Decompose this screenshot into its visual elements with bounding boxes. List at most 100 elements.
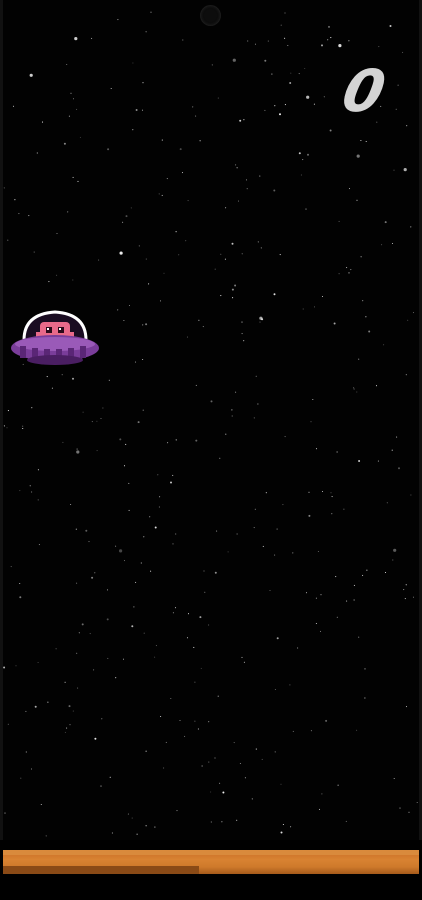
star bbox=[389, 25, 392, 27]
star bbox=[204, 591, 206, 593]
star bbox=[184, 735, 186, 737]
star bbox=[142, 324, 144, 326]
star bbox=[93, 669, 95, 671]
star bbox=[243, 661, 245, 663]
star bbox=[217, 695, 219, 697]
star bbox=[208, 761, 210, 763]
star bbox=[29, 485, 31, 487]
star bbox=[203, 570, 205, 572]
star bbox=[68, 705, 71, 708]
star bbox=[172, 612, 174, 614]
star bbox=[123, 319, 125, 322]
star bbox=[227, 551, 229, 553]
star bbox=[131, 625, 134, 628]
star bbox=[279, 254, 281, 256]
star bbox=[224, 258, 226, 260]
star bbox=[310, 730, 312, 732]
game-screen[interactable]: 0 bbox=[0, 0, 422, 900]
star bbox=[195, 115, 197, 117]
star bbox=[267, 40, 269, 42]
star bbox=[406, 125, 408, 127]
star bbox=[381, 244, 383, 246]
star bbox=[279, 113, 281, 116]
star bbox=[245, 179, 248, 181]
star bbox=[308, 514, 311, 517]
star bbox=[244, 777, 246, 779]
star bbox=[365, 140, 367, 143]
star bbox=[356, 199, 358, 201]
star bbox=[182, 39, 184, 41]
star bbox=[384, 571, 387, 574]
star bbox=[51, 387, 53, 389]
star bbox=[408, 811, 410, 813]
star bbox=[64, 731, 66, 733]
star bbox=[155, 645, 157, 647]
star bbox=[145, 258, 147, 260]
star bbox=[18, 213, 20, 215]
star bbox=[142, 358, 144, 361]
star bbox=[110, 87, 112, 90]
star bbox=[290, 72, 292, 74]
star bbox=[107, 148, 110, 151]
star bbox=[170, 697, 172, 700]
star bbox=[69, 724, 71, 726]
star bbox=[96, 420, 98, 422]
star bbox=[19, 596, 22, 599]
star bbox=[127, 813, 129, 815]
star bbox=[317, 550, 319, 553]
star bbox=[45, 835, 47, 837]
star bbox=[88, 541, 90, 543]
star bbox=[260, 247, 262, 249]
star bbox=[282, 504, 284, 506]
star bbox=[55, 648, 57, 650]
star bbox=[145, 323, 148, 326]
star bbox=[195, 439, 198, 442]
star bbox=[76, 450, 80, 454]
star bbox=[31, 491, 33, 493]
star bbox=[106, 589, 109, 591]
star bbox=[143, 536, 145, 538]
star bbox=[165, 741, 167, 743]
star bbox=[287, 44, 289, 47]
ground-highlight bbox=[3, 850, 419, 855]
star bbox=[257, 403, 259, 405]
star bbox=[310, 421, 312, 423]
star bbox=[403, 168, 407, 172]
star bbox=[154, 826, 156, 828]
star bbox=[333, 322, 336, 325]
star bbox=[200, 667, 202, 669]
star bbox=[130, 207, 132, 209]
star bbox=[284, 104, 286, 106]
star bbox=[292, 552, 294, 554]
star bbox=[398, 467, 400, 470]
star bbox=[137, 421, 140, 424]
star bbox=[132, 62, 134, 64]
star bbox=[175, 533, 177, 535]
star bbox=[410, 226, 412, 228]
star bbox=[85, 529, 88, 532]
star bbox=[343, 508, 345, 510]
star bbox=[186, 637, 189, 639]
star bbox=[30, 768, 33, 770]
star bbox=[70, 503, 72, 506]
star bbox=[159, 300, 162, 302]
star bbox=[276, 528, 278, 530]
star bbox=[292, 730, 294, 732]
star bbox=[289, 82, 292, 84]
star bbox=[163, 272, 165, 274]
star bbox=[61, 374, 63, 376]
star bbox=[239, 119, 242, 122]
star bbox=[19, 490, 21, 492]
star bbox=[122, 221, 124, 223]
star bbox=[172, 474, 174, 476]
star bbox=[154, 526, 157, 529]
star bbox=[262, 545, 264, 547]
star bbox=[7, 239, 9, 241]
star bbox=[108, 379, 110, 381]
star bbox=[378, 46, 380, 48]
star bbox=[12, 105, 15, 107]
star bbox=[315, 622, 317, 625]
star bbox=[14, 199, 16, 201]
star bbox=[77, 180, 79, 182]
star bbox=[348, 40, 350, 42]
